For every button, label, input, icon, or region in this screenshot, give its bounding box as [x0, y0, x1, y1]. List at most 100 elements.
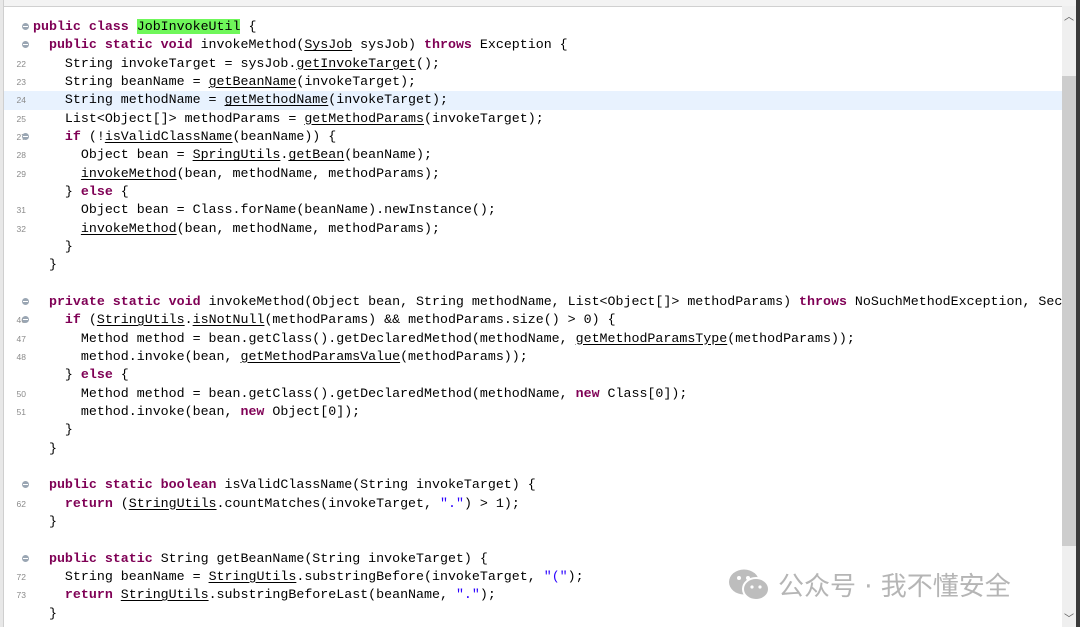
code-line[interactable]: }	[4, 605, 1062, 623]
window-right-border	[1076, 0, 1080, 627]
keyword-token: throws	[424, 37, 480, 53]
code-line-current[interactable]: 24 String methodName = getMethodName(inv…	[4, 91, 1062, 110]
code-line[interactable]	[4, 531, 1062, 549]
code-line[interactable]: 50 Method method = bean.getClass().getDe…	[4, 385, 1062, 403]
code-line[interactable]: 22 String invokeTarget = sysJob.getInvok…	[4, 55, 1062, 73]
code-line[interactable]: }	[4, 440, 1062, 458]
code-line[interactable]: 48 method.invoke(bean, getMethodParamsVa…	[4, 348, 1062, 366]
line-number: 29	[16, 168, 26, 179]
code-line[interactable]: } else {	[4, 183, 1062, 201]
code-line[interactable]: 47 Method method = bean.getClass().getDe…	[4, 330, 1062, 348]
reference-token: getMethodParamsValue	[240, 348, 401, 364]
fold-collapse-icon[interactable]	[22, 481, 29, 489]
code-editor[interactable]: public class JobInvokeUtil { public stat…	[4, 18, 1070, 623]
line-number: 23	[16, 76, 26, 87]
code-token: }	[33, 367, 81, 383]
code-text: return (StringUtils.countMatches(invokeT…	[33, 495, 520, 513]
code-text: } else {	[33, 366, 129, 384]
keyword-token: new	[240, 403, 273, 419]
fold-collapse-icon[interactable]	[22, 23, 29, 30]
code-line[interactable]: 25 List<Object[]> methodParams = getMeth…	[4, 110, 1062, 128]
chevron-down-icon[interactable]: ﹀	[1064, 610, 1074, 625]
code-token: }	[33, 605, 57, 621]
code-line[interactable]: 62 return (StringUtils.countMatches(invo…	[4, 495, 1062, 513]
code-line[interactable]: }	[4, 421, 1062, 439]
code-token: Object[0]);	[272, 403, 361, 419]
code-token: .substringBefore(invokeTarget,	[296, 568, 544, 584]
fold-collapse-icon[interactable]	[22, 554, 29, 562]
code-line[interactable]: 23 String beanName = getBeanName(invokeT…	[4, 73, 1062, 91]
code-text: if (!isValidClassName(beanName)) {	[33, 128, 336, 146]
code-token: Object bean = Class.forName(beanName).ne…	[33, 202, 496, 218]
code-token: .substringBeforeLast(beanName,	[208, 587, 456, 603]
code-token: (invokeTarget);	[328, 92, 448, 108]
keyword-token: return	[64, 495, 121, 511]
watermark-text: 公众号 · 我不懂安全	[778, 572, 1011, 602]
code-token: }	[33, 183, 81, 199]
vertical-scrollbar[interactable]: ︿ ﹀	[1062, 6, 1076, 627]
code-token: (beanName)) {	[232, 128, 337, 144]
keyword-token: else	[80, 183, 121, 199]
keyword-token: public class	[33, 19, 137, 34]
line-number: 31	[16, 205, 26, 216]
code-token: (bean, methodName, methodParams);	[176, 165, 440, 181]
fold-collapse-icon[interactable]	[22, 41, 29, 49]
code-line[interactable]: 51 method.invoke(bean, new Object[0]);	[4, 403, 1062, 421]
reference-token: StringUtils	[96, 312, 185, 328]
code-line[interactable]: 31 Object bean = Class.forName(beanName)…	[4, 201, 1062, 219]
code-token: ();	[416, 55, 440, 71]
fold-collapse-icon[interactable]	[22, 132, 29, 140]
reference-token: getMethodName	[224, 92, 329, 108]
line-number: 24	[16, 95, 26, 106]
wechat-icon	[729, 569, 770, 601]
code-line[interactable]: }	[4, 256, 1062, 274]
fold-collapse-icon[interactable]	[22, 316, 29, 324]
code-line[interactable]: 29 invokeMethod(bean, methodName, method…	[4, 165, 1062, 183]
reference-token: isNotNull	[192, 312, 265, 328]
code-line[interactable]: public class JobInvokeUtil {	[4, 18, 1062, 36]
code-token: (methodParams) && methodParams.size() > …	[264, 312, 616, 328]
code-line[interactable]: }	[4, 513, 1062, 531]
code-text: Method method = bean.getClass().getDecla…	[33, 330, 855, 348]
code-text: public static void invokeMethod(SysJob s…	[33, 36, 568, 54]
editor-tab-bar-edge	[0, 0, 1080, 7]
reference-token: getBeanName	[208, 73, 297, 89]
code-text: method.invoke(bean, getMethodParamsValue…	[33, 348, 528, 366]
code-token: String beanName =	[33, 73, 209, 89]
line-number: 50	[16, 388, 26, 399]
reference-token: getBean	[288, 147, 345, 163]
fold-collapse-icon[interactable]	[22, 297, 29, 305]
code-token: {	[240, 19, 257, 34]
code-line[interactable]: public static void invokeMethod(SysJob s…	[4, 36, 1062, 54]
keyword-token: return	[64, 587, 121, 603]
code-line[interactable]: 28 Object bean = SpringUtils.getBean(bea…	[4, 146, 1062, 164]
code-text: } else {	[33, 183, 129, 201]
code-token: (invokeTarget);	[424, 110, 544, 126]
code-line[interactable]	[4, 458, 1062, 476]
code-text: Object bean = SpringUtils.getBean(beanNa…	[33, 146, 432, 164]
code-line[interactable]: public static boolean isValidClassName(S…	[4, 476, 1062, 494]
scrollbar-thumb[interactable]	[1062, 76, 1076, 546]
code-token: (methodParams));	[727, 330, 855, 346]
chevron-up-icon[interactable]: ︿	[1064, 8, 1074, 23]
code-line[interactable]: 27 if (!isValidClassName(beanName)) {	[4, 128, 1062, 146]
line-number: 47	[16, 333, 26, 344]
code-line[interactable]: } else {	[4, 366, 1062, 384]
code-token: .countMatches(invokeTarget,	[216, 495, 440, 511]
code-token: (methodParams));	[400, 348, 528, 364]
code-line[interactable]: 46 if (StringUtils.isNotNull(methodParam…	[4, 311, 1062, 329]
code-line[interactable]	[4, 275, 1062, 293]
code-line[interactable]: }	[4, 238, 1062, 256]
line-number: 32	[16, 223, 26, 234]
code-line[interactable]: private static void invokeMethod(Object …	[4, 293, 1070, 311]
code-text: String beanName = getBeanName(invokeTarg…	[33, 73, 416, 91]
code-text: }	[33, 440, 57, 458]
keyword-token: public static	[48, 550, 161, 566]
code-line[interactable]: 32 invokeMethod(bean, methodName, method…	[4, 220, 1062, 238]
watermark: 公众号 · 我不懂安全	[728, 566, 1011, 603]
code-text: String invokeTarget = sysJob.getInvokeTa…	[33, 55, 440, 73]
code-token: (beanName);	[344, 147, 432, 163]
code-text: }	[33, 256, 57, 274]
line-number: 48	[16, 351, 26, 362]
